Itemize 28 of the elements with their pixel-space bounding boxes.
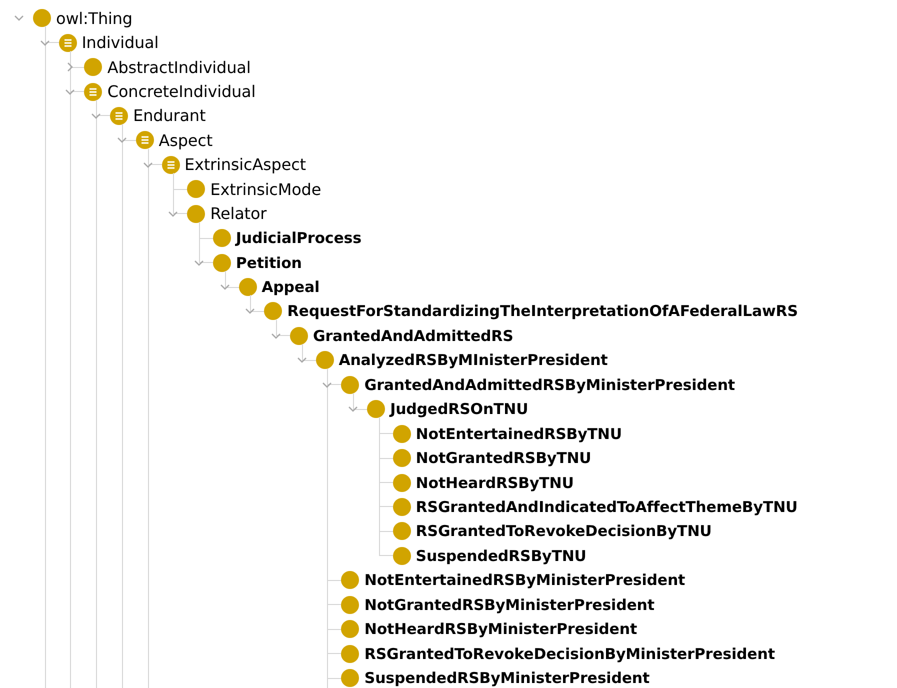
class-label[interactable]: SuspendedRSByTNU [416, 546, 586, 565]
class-label[interactable]: AbstractIndividual [107, 58, 251, 77]
class-label[interactable]: JudicialProcess [236, 229, 362, 248]
class-label[interactable]: NotGrantedRSByMinisterPresident [364, 596, 654, 614]
class-label[interactable]: ExtrinsicMode [210, 180, 322, 199]
class-label[interactable]: NotEntertainedRSByMinisterPresident [364, 571, 686, 590]
class-label[interactable]: RSGrantedAndIndicatedToAffectThemeByTNU [416, 498, 798, 516]
class-label[interactable]: Individual [82, 33, 159, 52]
class-label[interactable]: Petition [236, 254, 302, 272]
class-label[interactable]: Aspect [158, 130, 213, 150]
class-label[interactable]: GrantedAndAdmittedRSByMinisterPresident [364, 376, 735, 394]
class-label[interactable]: NotHeardRSByMinisterPresident [364, 620, 638, 638]
class-label[interactable]: Endurant [133, 106, 206, 126]
class-label[interactable]: NotEntertainedRSByTNU [416, 424, 622, 443]
class-label[interactable]: JudgedRSOnTNU [390, 400, 528, 418]
class-label[interactable]: NotGrantedRSByTNU [416, 449, 592, 468]
class-label[interactable]: RequestForStandardizingTheInterpretationOfAFederalLawRS [287, 302, 798, 320]
class-label[interactable]: GrantedAndAdmittedRS [313, 326, 514, 345]
class-label[interactable]: RSGrantedToRevokeDecisionByTNU [416, 522, 712, 540]
class-label[interactable]: ExtrinsicAspect [184, 155, 306, 174]
class-label[interactable]: AnalyzedRSByMInisterPresident [338, 351, 608, 370]
class-label[interactable]: SuspendedRSByMinisterPresident [364, 669, 650, 688]
class-label[interactable]: owl:Thing [56, 8, 132, 28]
class-label[interactable]: Relator [210, 204, 267, 224]
class-label[interactable]: ConcreteIndividual [107, 82, 256, 102]
class-label[interactable]: Appeal [262, 278, 320, 296]
class-label[interactable]: RSGrantedToRevokeDecisionByMinisterPresident [364, 644, 775, 663]
class-label[interactable]: NotHeardRSByTNU [416, 474, 574, 492]
